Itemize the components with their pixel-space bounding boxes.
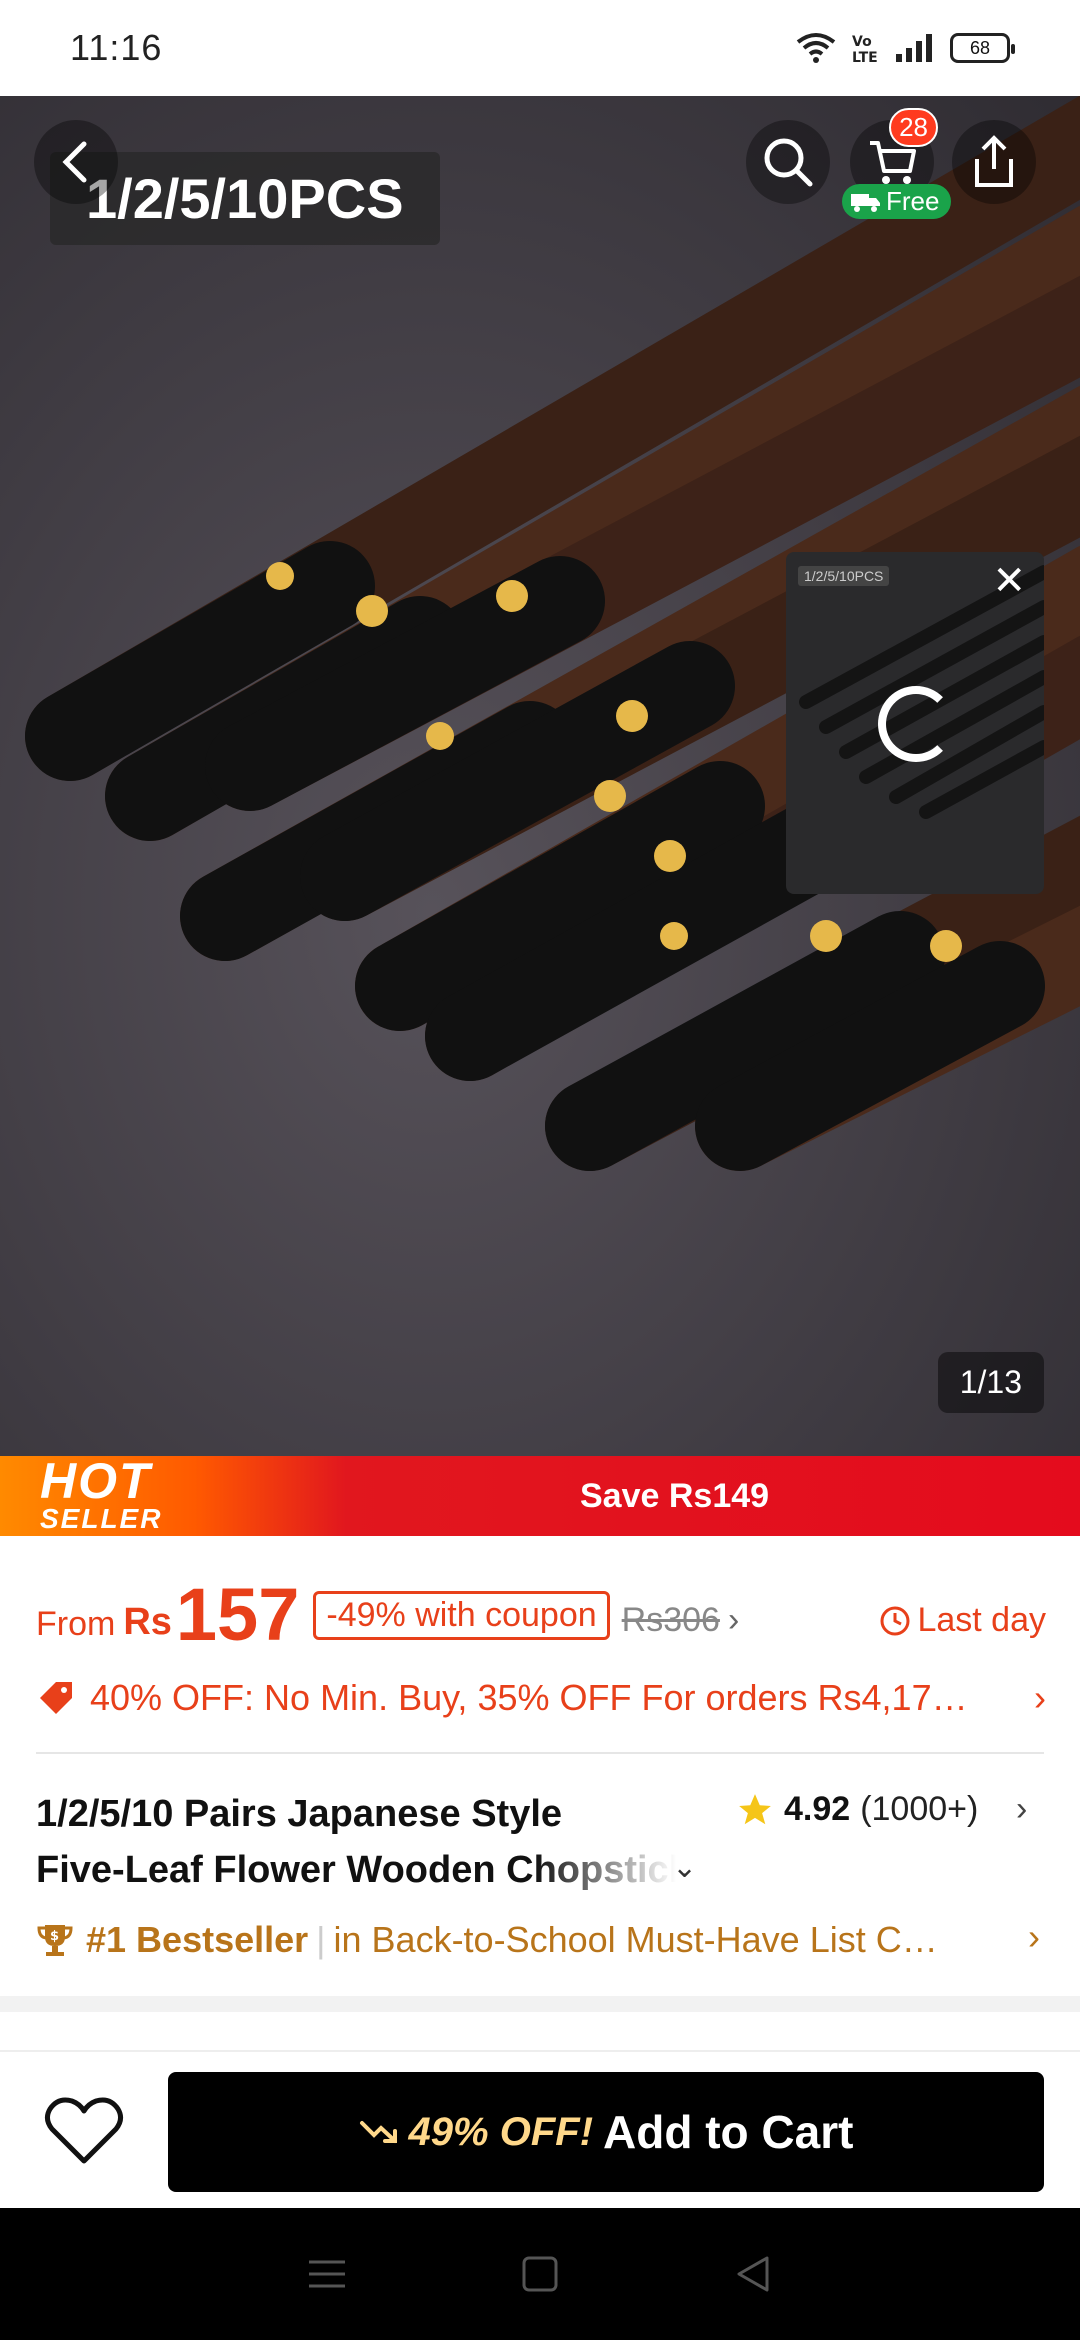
original-price: Rs306 [621, 1601, 720, 1639]
mini-player-label: 1/2/5/10PCS [798, 566, 890, 586]
rating-score: 4.92 [784, 1790, 851, 1828]
status-bar: 11:16 Vo LTE 68 [0, 0, 1080, 96]
svg-text:LTE: LTE [852, 50, 878, 64]
wifi-icon [796, 33, 836, 63]
add-to-cart-label: Add to Cart [603, 2106, 854, 2158]
expand-title-chevron-icon[interactable]: ⌄ [672, 1850, 697, 1885]
menu-icon[interactable] [307, 2256, 347, 2292]
free-label: Free [886, 186, 940, 216]
save-amount: Save Rs149 [580, 1477, 770, 1515]
back-arrow-icon [62, 141, 87, 183]
loading-spinner-icon [878, 686, 954, 762]
signal-icon [896, 34, 932, 62]
chevron-right-icon[interactable]: › [1016, 1790, 1027, 1829]
currency-label: Rs [123, 1601, 172, 1643]
cart-count-badge: 28 [889, 108, 938, 147]
heart-icon [44, 2097, 124, 2164]
chevron-right-icon: › [727, 1601, 740, 1639]
divider [36, 1752, 1044, 1754]
discount-label: 49% OFF! [408, 2109, 594, 2154]
volte-icon: Vo LTE [852, 34, 878, 64]
hot-seller-banner: HOT SELLER Save Rs149 [0, 1456, 1080, 1536]
hot-seller-logo: HOT SELLER [40, 1453, 163, 1534]
share-button[interactable] [952, 120, 1036, 204]
svg-text:Vo: Vo [852, 34, 872, 50]
star-icon [739, 1793, 771, 1824]
last-day-timer: Last day [879, 1601, 1046, 1640]
price-row[interactable]: From Rs 157 -49% with coupon Rs306 › Las… [36, 1568, 1046, 1652]
trophy-icon: $ [37, 1925, 73, 1956]
back-button[interactable] [34, 120, 118, 204]
share-icon [975, 135, 1013, 187]
separator: | [316, 1919, 326, 1960]
review-count: (1000+) [860, 1790, 979, 1828]
status-icons: Vo LTE 68 [796, 32, 1015, 64]
free-shipping-badge: Free [842, 184, 952, 219]
truck-icon [851, 193, 880, 212]
home-icon[interactable] [520, 2254, 560, 2294]
search-button[interactable] [746, 120, 830, 204]
wishlist-button[interactable] [40, 2092, 128, 2170]
status-time: 11:16 [70, 27, 163, 68]
search-icon [764, 138, 813, 187]
rating-summary[interactable]: 4.92 (1000+) [736, 1790, 978, 1829]
bottom-action-bar: 49% OFF! Add to Cart [0, 2050, 1080, 2208]
image-counter: 1/13 [937, 1352, 1044, 1413]
close-icon[interactable]: ✕ [992, 558, 1026, 604]
battery-icon: 68 [950, 33, 1015, 63]
product-image-carousel[interactable]: 1/2/5/10PCS 28 Free 1/2/5/10PCS ✕ 1/13 [0, 96, 1080, 1456]
system-navigation-bar [0, 2208, 1080, 2340]
bestseller-rank: #1 Bestseller [86, 1919, 309, 1960]
mini-video-player[interactable]: 1/2/5/10PCS ✕ [786, 552, 1044, 894]
product-title[interactable]: 1/2/5/10 Pairs Japanese Style Five-Leaf … [36, 1786, 716, 1898]
svg-text:$: $ [50, 1929, 59, 1944]
current-price: 157 [175, 1573, 300, 1656]
tag-icon [40, 1682, 72, 1714]
promotion-text: 40% OFF: No Min. Buy, 35% OFF For orders… [90, 1677, 968, 1718]
bestseller-row[interactable]: $ #1 Bestseller | in Back-to-School Must… [36, 1912, 1046, 1968]
from-label: From [36, 1605, 116, 1643]
chevron-right-icon: › [1034, 1677, 1046, 1718]
coupon-tag: -49% with coupon [313, 1591, 610, 1640]
chevron-right-icon[interactable]: › [1028, 1916, 1040, 1958]
promotion-row[interactable]: 40% OFF: No Min. Buy, 35% OFF For orders… [36, 1670, 1046, 1726]
bestseller-category: in Back-to-School Must-Have List C… [333, 1919, 938, 1960]
clock-icon [880, 1606, 910, 1635]
section-separator [0, 1996, 1080, 2012]
add-to-cart-button[interactable]: 49% OFF! Add to Cart [168, 2072, 1044, 2192]
back-triangle-icon[interactable] [733, 2254, 773, 2294]
trend-down-icon [359, 2121, 397, 2143]
